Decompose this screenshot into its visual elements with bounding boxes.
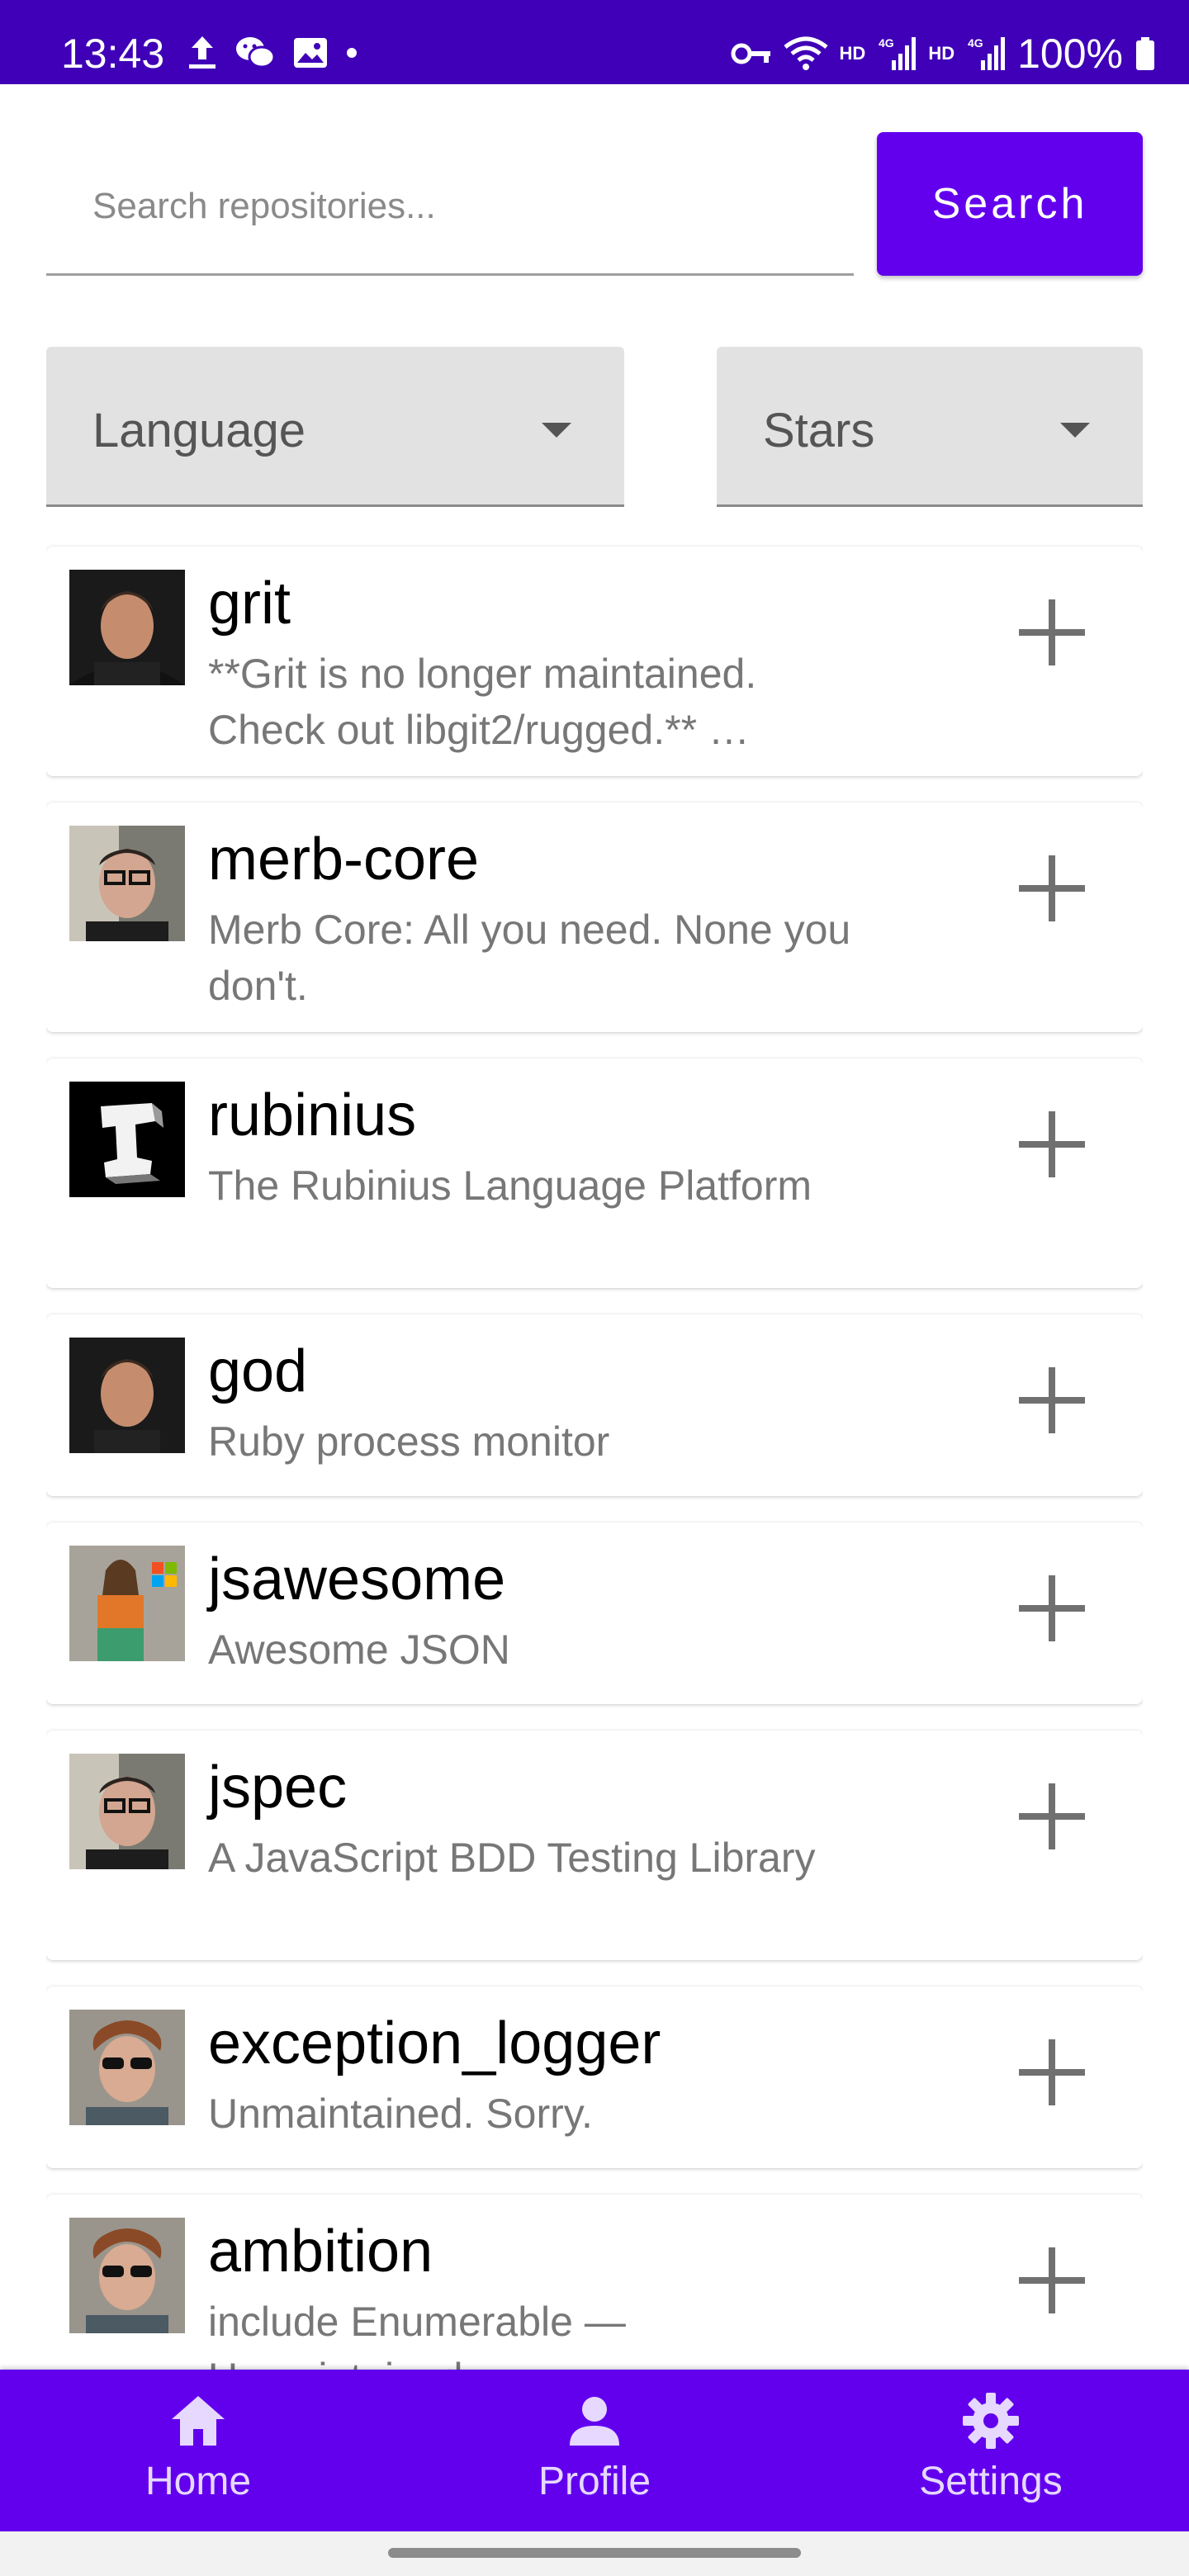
repo-description: The Rubinius Language Platform	[208, 1163, 812, 1209]
stars-dropdown-label: Stars	[763, 404, 875, 457]
repo-description: include Enumerable — Unmaintained	[208, 2299, 626, 2370]
system-navigation-bar	[0, 2531, 1189, 2576]
owner-avatar	[69, 1338, 185, 1453]
hd-label: HD	[839, 43, 866, 64]
nav-profile-label: Profile	[538, 2460, 651, 2503]
repository-list[interactable]: grit **Grit is no longer maintained. Che…	[46, 543, 1143, 2370]
repo-description: Awesome JSON	[208, 1627, 510, 1673]
owner-avatar	[69, 1082, 185, 1197]
add-icon[interactable]	[1011, 1359, 1093, 1442]
repo-card[interactable]: god Ruby process monitor	[46, 1314, 1143, 1496]
repo-name: grit	[208, 571, 291, 637]
home-icon	[172, 2396, 225, 2446]
repo-card[interactable]: jspec A JavaScript BDD Testing Library	[46, 1731, 1143, 1960]
search-input[interactable]	[46, 165, 839, 248]
signal-icon: 4G	[877, 36, 917, 72]
owner-avatar	[69, 1546, 185, 1661]
repo-name: jsawesome	[208, 1546, 506, 1612]
nav-settings-label: Settings	[919, 2460, 1063, 2503]
repo-name: exception_logger	[208, 2010, 661, 2076]
add-icon[interactable]	[1011, 2031, 1093, 2114]
hd-label: HD	[928, 43, 955, 64]
stars-dropdown[interactable]: Stars	[717, 347, 1143, 507]
nav-home[interactable]: Home	[74, 2389, 322, 2522]
repo-name: merb-core	[208, 826, 480, 893]
add-icon[interactable]	[1011, 1775, 1093, 1858]
search-button[interactable]: Search	[877, 132, 1143, 276]
caret-down-icon	[542, 423, 571, 438]
owner-avatar	[69, 2218, 185, 2333]
home-indicator[interactable]	[388, 2548, 801, 2558]
bottom-navigation: Home Profile Settings	[0, 2370, 1189, 2531]
repo-card[interactable]: jsawesome Awesome JSON	[46, 1522, 1143, 1704]
dot-icon	[345, 46, 358, 59]
repo-name: god	[208, 1338, 308, 1404]
wifi-icon	[783, 36, 828, 72]
repo-card[interactable]: exception_logger Unmaintained. Sorry.	[46, 1986, 1143, 2168]
add-icon[interactable]	[1011, 1103, 1093, 1186]
network-type-label: 4G	[879, 36, 894, 50]
repo-card[interactable]: grit **Grit is no longer maintained. Che…	[46, 547, 1143, 776]
owner-avatar	[69, 570, 185, 685]
system-status-icons: HD 4G HD 4G 100%	[731, 30, 1156, 78]
add-icon[interactable]	[1011, 1567, 1093, 1650]
repo-description: Merb Core: All you need. None you don't.	[208, 907, 851, 1009]
person-icon	[570, 2397, 619, 2446]
repo-card[interactable]: ambition include Enumerable — Unmaintain…	[46, 2195, 1143, 2370]
repo-card[interactable]: rubinius The Rubinius Language Platform	[46, 1058, 1143, 1288]
vpn-key-icon	[731, 41, 772, 66]
repo-description: Ruby process monitor	[208, 1418, 610, 1465]
repo-description: A JavaScript BDD Testing Library	[208, 1835, 816, 1881]
network-type-label: 4G	[968, 36, 983, 50]
image-icon	[292, 35, 329, 71]
add-icon[interactable]	[1011, 847, 1093, 930]
owner-avatar	[69, 1754, 185, 1869]
owner-avatar	[69, 826, 185, 941]
language-dropdown-label: Language	[92, 404, 306, 457]
notification-icons	[187, 35, 358, 71]
repo-name: jspec	[208, 1754, 348, 1821]
nav-settings[interactable]: Settings	[867, 2389, 1115, 2522]
repo-name: ambition	[208, 2218, 433, 2285]
repo-name: rubinius	[208, 1082, 417, 1148]
signal-icon: 4G	[966, 36, 1006, 72]
nav-home-label: Home	[144, 2460, 252, 2503]
status-time: 13:43	[61, 31, 165, 77]
wechat-icon	[234, 35, 276, 71]
repo-description: Unmaintained. Sorry.	[208, 2091, 593, 2137]
language-dropdown[interactable]: Language	[46, 347, 624, 507]
battery-percent: 100%	[1017, 31, 1123, 77]
repo-description: **Grit is no longer maintained. Check ou…	[208, 651, 757, 753]
upload-icon	[187, 35, 218, 71]
repo-card[interactable]: merb-core Merb Core: All you need. None …	[46, 803, 1143, 1032]
add-icon[interactable]	[1011, 591, 1093, 674]
gear-icon	[963, 2393, 1019, 2449]
status-bar: 13:43 HD 4G HD 4G 100%	[0, 0, 1189, 84]
add-icon[interactable]	[1011, 2239, 1093, 2322]
owner-avatar	[69, 2010, 185, 2125]
battery-icon	[1135, 36, 1156, 72]
nav-profile[interactable]: Profile	[471, 2389, 718, 2522]
caret-down-icon	[1060, 423, 1090, 438]
